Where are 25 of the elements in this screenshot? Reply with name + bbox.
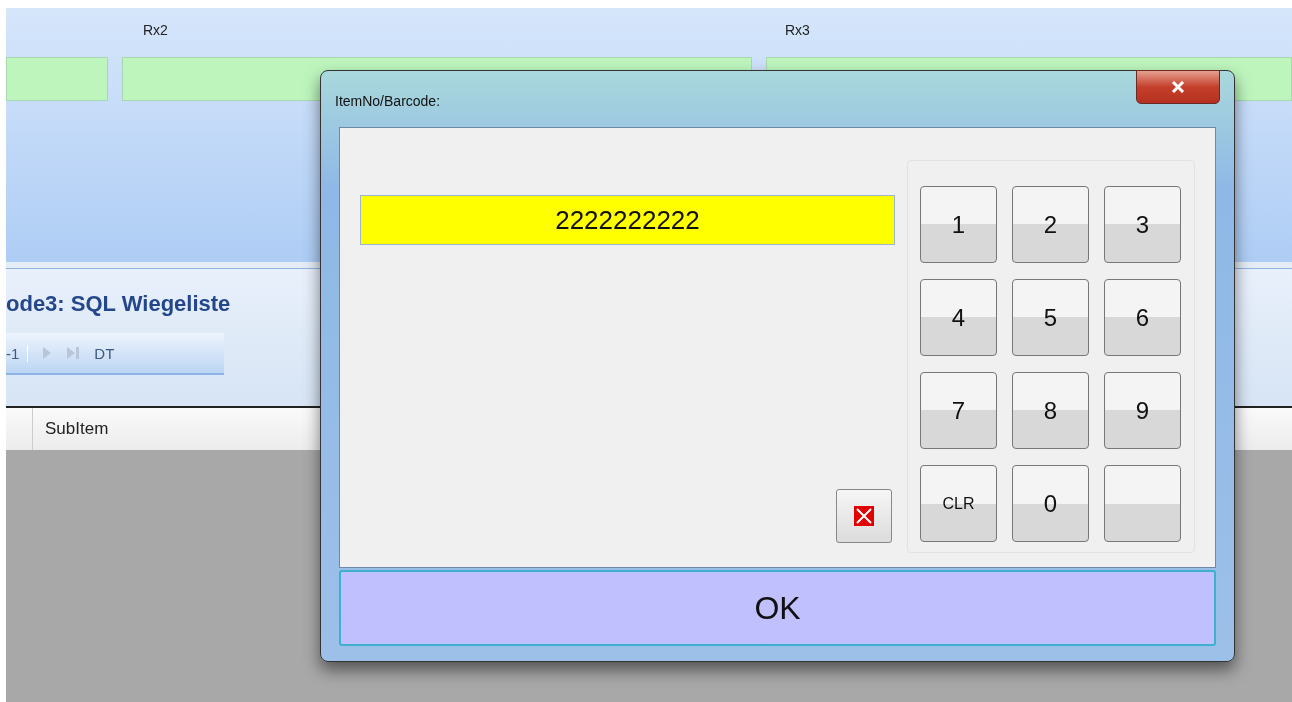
- keypad-key[interactable]: 3: [1104, 186, 1181, 263]
- keypad-key[interactable]: 1: [920, 186, 997, 263]
- keypad-key[interactable]: 7: [920, 372, 997, 449]
- keypad-key[interactable]: 4: [920, 279, 997, 356]
- column-header[interactable]: SubItem: [33, 419, 109, 439]
- readout-label: Rx2: [143, 22, 168, 38]
- keypad-key[interactable]: CLR: [920, 465, 997, 542]
- keypad-key[interactable]: 8: [1012, 372, 1089, 449]
- ok-button[interactable]: OK: [339, 570, 1216, 646]
- keypad-key[interactable]: 5: [1012, 279, 1089, 356]
- delete-button[interactable]: [836, 489, 892, 543]
- close-button[interactable]: [1136, 70, 1220, 104]
- barcode-field[interactable]: 2222222222: [360, 195, 895, 245]
- section-title: ode3: SQL Wiegeliste: [6, 291, 232, 317]
- keypad-key[interactable]: 0: [1012, 465, 1089, 542]
- readout-label: Rx3: [785, 22, 810, 38]
- close-icon: [1171, 81, 1185, 93]
- keypad-key[interactable]: 6: [1104, 279, 1181, 356]
- dialog-title: ItemNo/Barcode:: [335, 93, 441, 109]
- navigator-label[interactable]: DT: [94, 344, 115, 362]
- record-position: -1: [6, 344, 29, 362]
- blank-key[interactable]: [1104, 465, 1181, 542]
- keypad-key[interactable]: 2: [1012, 186, 1089, 263]
- keypad-key[interactable]: 9: [1104, 372, 1181, 449]
- delete-icon: [854, 506, 874, 526]
